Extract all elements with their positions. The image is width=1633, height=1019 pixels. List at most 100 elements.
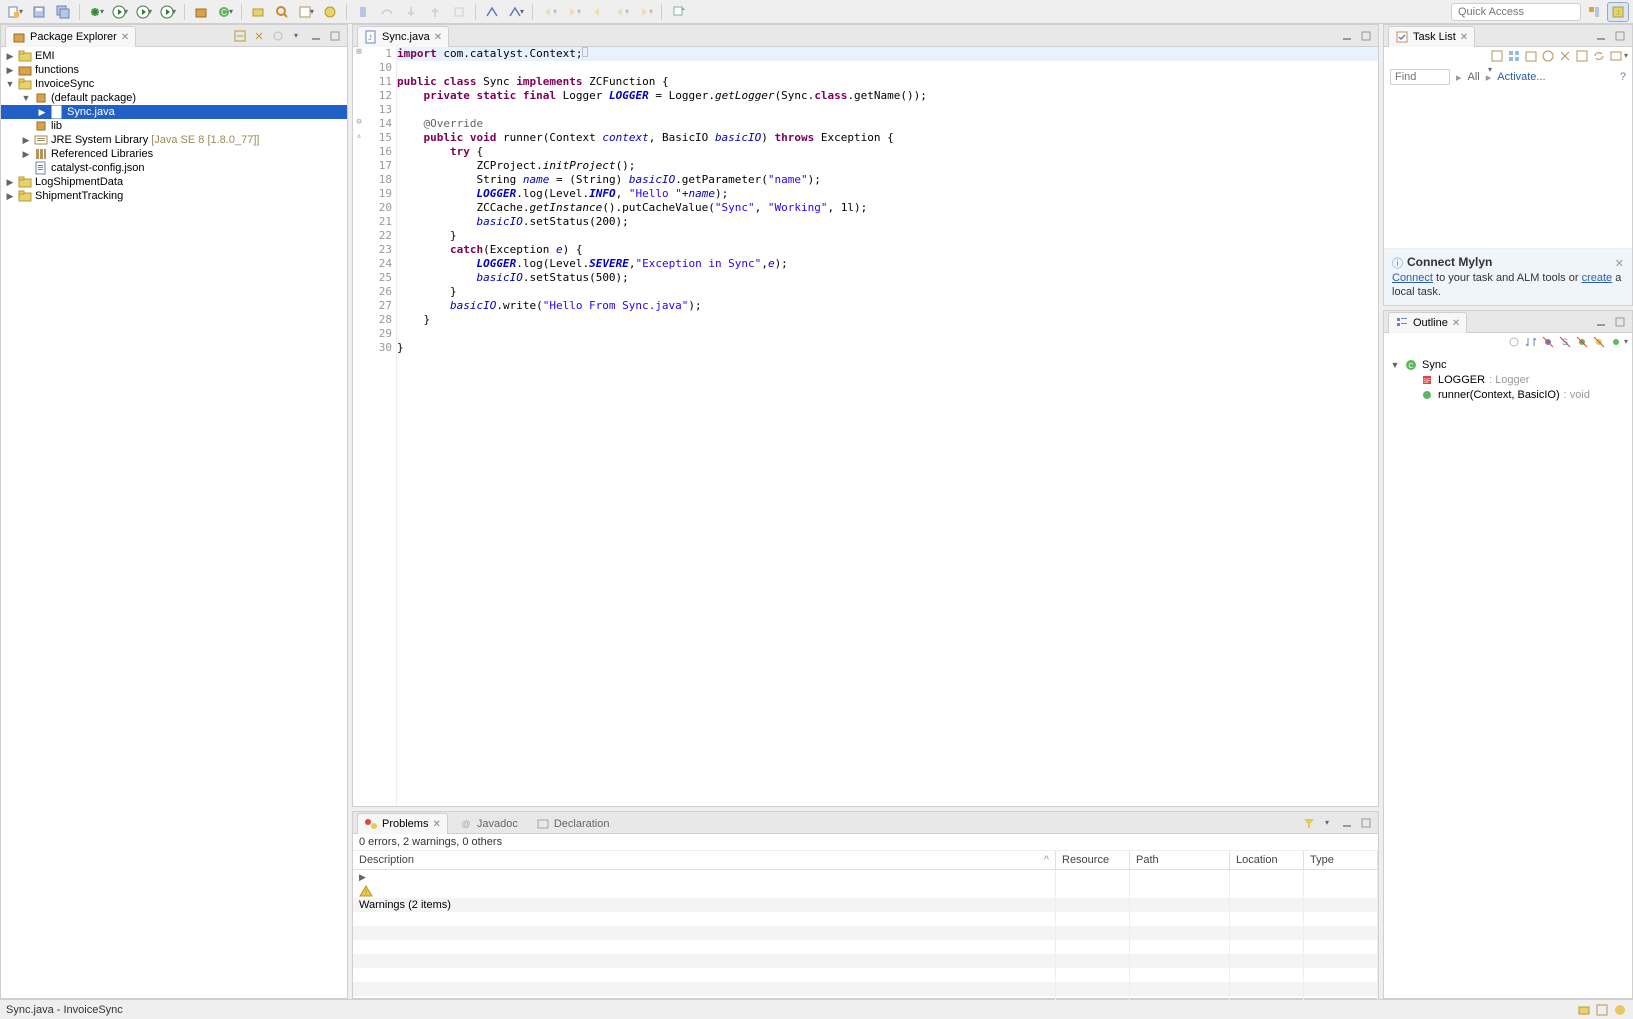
twist-icon[interactable]: ▶ — [5, 65, 15, 76]
view-menu-button[interactable]: ▾ — [289, 28, 305, 44]
new-package-button[interactable] — [190, 2, 212, 22]
tree-node[interactable]: ▶ShipmentTracking — [1, 189, 347, 203]
forward-button[interactable]: ▾ — [562, 2, 584, 22]
save-all-button[interactable] — [52, 2, 74, 22]
minimize-view-button[interactable] — [1593, 314, 1609, 330]
close-icon[interactable]: ✕ — [432, 819, 440, 830]
step-into-button[interactable] — [400, 2, 422, 22]
javadoc-tab[interactable]: @ Javadoc — [452, 813, 525, 834]
open-perspective-button[interactable] — [1583, 2, 1605, 22]
quick-access-input[interactable] — [1451, 3, 1581, 21]
scheduled-button[interactable] — [1524, 49, 1538, 65]
maximize-editor-button[interactable] — [1358, 28, 1374, 44]
twist-icon[interactable]: ▶ — [5, 191, 15, 202]
search-button[interactable] — [271, 2, 293, 22]
save-button[interactable] — [28, 2, 50, 22]
status-btn-3[interactable] — [1613, 1003, 1627, 1017]
annotate-button[interactable] — [319, 2, 341, 22]
problems-rows[interactable]: ▶ ! Warnings (2 items) — [353, 870, 1378, 1010]
outline-tree[interactable]: ▼CSyncSFLOGGER : Loggerrunner(Context, B… — [1384, 353, 1632, 406]
task-list-tab[interactable]: Task List ✕ — [1388, 26, 1475, 47]
focus-task-button[interactable] — [270, 28, 286, 44]
twist-icon[interactable]: ▼ — [21, 93, 31, 103]
outline-node[interactable]: ▼CSync — [1390, 357, 1626, 372]
tree-node[interactable]: ▶EMI — [1, 49, 347, 63]
new-wizard-button[interactable]: ▾ — [4, 2, 26, 22]
view-menu-button[interactable]: ▾ — [1626, 335, 1628, 351]
hide-nonpublic-button[interactable] — [1575, 335, 1589, 351]
task-activate-link[interactable]: Activate... — [1497, 71, 1545, 83]
toggle-breadcrumb-button[interactable] — [481, 2, 503, 22]
pin-editor-button[interactable] — [667, 2, 689, 22]
close-icon[interactable]: ✕ — [1615, 257, 1624, 270]
debug-button[interactable]: ▾ — [85, 2, 107, 22]
mylyn-connect-link[interactable]: Connect — [1392, 272, 1433, 284]
run-button[interactable]: ▾ — [109, 2, 131, 22]
new-task-button[interactable]: ▾ — [1490, 49, 1504, 65]
collapse-all-button[interactable] — [232, 28, 248, 44]
drop-to-frame-button[interactable] — [448, 2, 470, 22]
outline-tab[interactable]: Outline ✕ — [1388, 312, 1467, 333]
hide-completed-button[interactable] — [1558, 49, 1572, 65]
step-over-button[interactable] — [376, 2, 398, 22]
twist-icon[interactable]: ▶ — [359, 872, 366, 882]
help-icon[interactable]: ? — [1620, 71, 1626, 83]
tree-node[interactable]: ▼(default package) — [1, 91, 347, 105]
status-btn-2[interactable] — [1595, 1003, 1609, 1017]
task-list-body[interactable] — [1384, 87, 1632, 248]
synchronize-button[interactable] — [1592, 49, 1606, 65]
open-type-button[interactable] — [247, 2, 269, 22]
tree-node[interactable]: ▼InvoiceSync — [1, 77, 347, 91]
sort-button[interactable] — [1524, 335, 1538, 351]
twist-icon[interactable]: ▼ — [5, 79, 15, 89]
tree-node[interactable]: ▶LogShipmentData — [1, 175, 347, 189]
twist-icon[interactable]: ▶ — [5, 177, 15, 188]
toggle-mark-button[interactable] — [352, 2, 374, 22]
minimize-view-button[interactable] — [1339, 815, 1355, 831]
view-menu-button[interactable]: ▾ — [1320, 815, 1336, 831]
link-editor-button[interactable]: ▾ — [505, 2, 527, 22]
code-area[interactable]: import com.catalyst.Context;public class… — [397, 47, 1378, 806]
problems-row[interactable]: ▶ ! Warnings (2 items) — [353, 870, 1378, 884]
package-explorer-tab[interactable]: Package Explorer ✕ — [5, 26, 136, 47]
minimize-editor-button[interactable] — [1339, 28, 1355, 44]
task-all-label[interactable]: All — [1468, 71, 1480, 83]
run-last-button[interactable]: ▾ — [133, 2, 155, 22]
twist-icon[interactable]: ▶ — [37, 107, 47, 118]
twist-icon[interactable]: ▶ — [5, 51, 15, 62]
java-perspective-button[interactable]: J — [1607, 2, 1629, 22]
tree-node[interactable]: ▶functions — [1, 63, 347, 77]
close-icon[interactable]: ✕ — [434, 32, 442, 43]
problems-header[interactable]: Description ^ Resource Path Location Typ… — [353, 851, 1378, 870]
last-edit-button[interactable] — [586, 2, 608, 22]
maximize-view-button[interactable] — [1612, 28, 1628, 44]
categorized-button[interactable] — [1507, 49, 1521, 65]
collapse-all-button[interactable] — [1575, 49, 1589, 65]
nav-back-button[interactable]: ▾ — [610, 2, 632, 22]
annotation-ruler[interactable]: ⊞⊖▵ — [353, 47, 365, 806]
twist-icon[interactable]: ▶ — [21, 135, 31, 146]
hide-static-button[interactable]: S — [1558, 335, 1572, 351]
focus-button[interactable] — [1507, 335, 1521, 351]
maximize-view-button[interactable] — [1358, 815, 1374, 831]
outline-node[interactable]: runner(Context, BasicIO) : void — [1390, 387, 1626, 402]
close-icon[interactable]: ✕ — [1460, 32, 1468, 43]
nav-forward-button[interactable]: ▾ — [634, 2, 656, 22]
tree-node[interactable]: ▶Referenced Libraries — [1, 147, 347, 161]
editor-body[interactable]: ⊞⊖▵ 110111213141516171819202122232425262… — [353, 47, 1378, 806]
outline-node[interactable]: SFLOGGER : Logger — [1390, 372, 1626, 387]
tree-node[interactable]: catalyst-config.json — [1, 161, 347, 175]
new-class-button[interactable]: C▾ — [214, 2, 236, 22]
minimize-view-button[interactable] — [308, 28, 324, 44]
task-find-input[interactable] — [1390, 69, 1450, 85]
editor-tab[interactable]: J Sync.java ✕ — [357, 26, 449, 47]
view-menu-button[interactable]: ▾ — [1626, 49, 1628, 65]
problems-filter-button[interactable] — [1301, 815, 1317, 831]
maximize-view-button[interactable] — [327, 28, 343, 44]
link-with-editor-button[interactable] — [1609, 335, 1623, 351]
twist-icon[interactable]: ▼ — [1390, 360, 1400, 370]
hide-local-button[interactable] — [1592, 335, 1606, 351]
package-tree[interactable]: ▶EMI▶functions▼InvoiceSync▼(default pack… — [1, 47, 347, 998]
open-task-button[interactable]: ▾ — [295, 2, 317, 22]
close-icon[interactable]: ✕ — [1452, 318, 1460, 329]
